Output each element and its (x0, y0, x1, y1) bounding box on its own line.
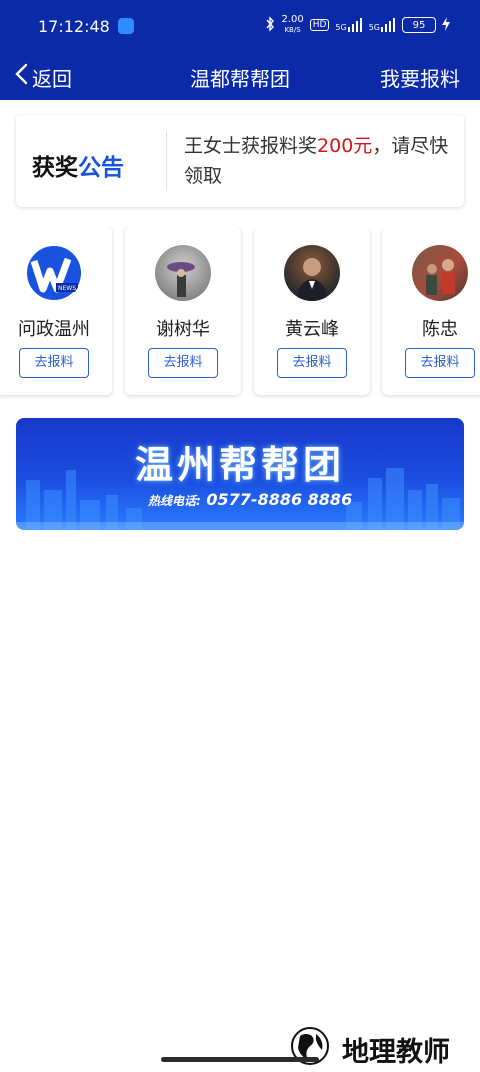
hotline-number: 0577-8886 8886 (206, 490, 353, 509)
reporter-card[interactable]: 陈忠 去报料 (382, 227, 480, 395)
battery-icon: 95 (402, 17, 436, 33)
signal-icon-1: 5G (335, 18, 362, 32)
report-to-button[interactable]: 去报料 (405, 348, 475, 378)
svg-text:NEWS: NEWS (58, 285, 76, 292)
reporter-card[interactable]: NEWS 问政温州 去报料 (0, 227, 112, 395)
notice-divider (166, 131, 167, 191)
notice-tag: 获奖公告 (32, 148, 124, 182)
reporter-name: 黄云峰 (285, 319, 339, 340)
report-to-button[interactable]: 去报料 (277, 348, 347, 378)
status-time: 17:12:48 (38, 17, 110, 36)
hd-badge: HD (309, 19, 330, 31)
reporter-card[interactable]: 黄云峰 去报料 (254, 227, 370, 395)
signal1-label: 5G (335, 23, 347, 32)
hotline-banner[interactable]: 温州帮帮团 热线电话: 0577-8886 8886 (16, 418, 464, 530)
signal-icon-2: 5G (369, 18, 396, 32)
status-icons: 2.00 KB/S HD 5G 5G 95 (265, 15, 450, 35)
notice-tag-part1: 获奖 (32, 155, 78, 181)
reporters-carousel[interactable]: NEWS 问政温州 去报料 谢树华 去报料 黄云峰 去报料 陈忠 去报料 (0, 227, 480, 399)
avatar (412, 245, 468, 301)
signal2-label: 5G (368, 23, 380, 32)
notification-app-icon (118, 18, 134, 34)
notice-text-before: 王女士获报料奖 (184, 135, 318, 157)
notice-text: 王女士获报料奖200元，请尽快领取 (184, 131, 454, 191)
report-to-button[interactable]: 去报料 (19, 348, 89, 378)
news-logo-icon: NEWS (26, 245, 82, 301)
bluetooth-icon (265, 15, 275, 35)
notice-amount: 200元 (317, 135, 373, 157)
nav-bar: 返回 温都帮帮团 我要报料 (0, 54, 480, 100)
banner-title: 温州帮帮团 (134, 443, 345, 487)
hotline-label: 热线电话: (148, 494, 201, 508)
avatar (284, 245, 340, 301)
report-to-button[interactable]: 去报料 (148, 348, 218, 378)
report-button[interactable]: 我要报料 (380, 63, 460, 92)
net-speed-unit: KB/S (284, 26, 301, 34)
avatar (155, 245, 211, 301)
net-speed: 2.00 KB/S (281, 15, 303, 35)
watermark-text: 地理教师 (342, 1037, 450, 1068)
battery-level: 95 (412, 19, 426, 31)
notice-tag-part2: 公告 (78, 155, 124, 181)
home-indicator[interactable] (161, 1057, 319, 1062)
reporter-name: 问政温州 (18, 319, 90, 340)
hotline-text: 热线电话: 0577-8886 8886 (148, 490, 352, 509)
reporter-name: 陈忠 (422, 319, 458, 340)
status-bar: 17:12:48 2.00 KB/S HD 5G 5G 95 (0, 0, 480, 54)
net-speed-value: 2.00 (281, 14, 304, 25)
award-notice-card[interactable]: 获奖公告 王女士获报料奖200元，请尽快领取 (16, 115, 464, 207)
charging-icon (442, 16, 450, 34)
reporter-card[interactable]: 谢树华 去报料 (125, 227, 241, 395)
reporter-name: 谢树华 (156, 319, 210, 340)
